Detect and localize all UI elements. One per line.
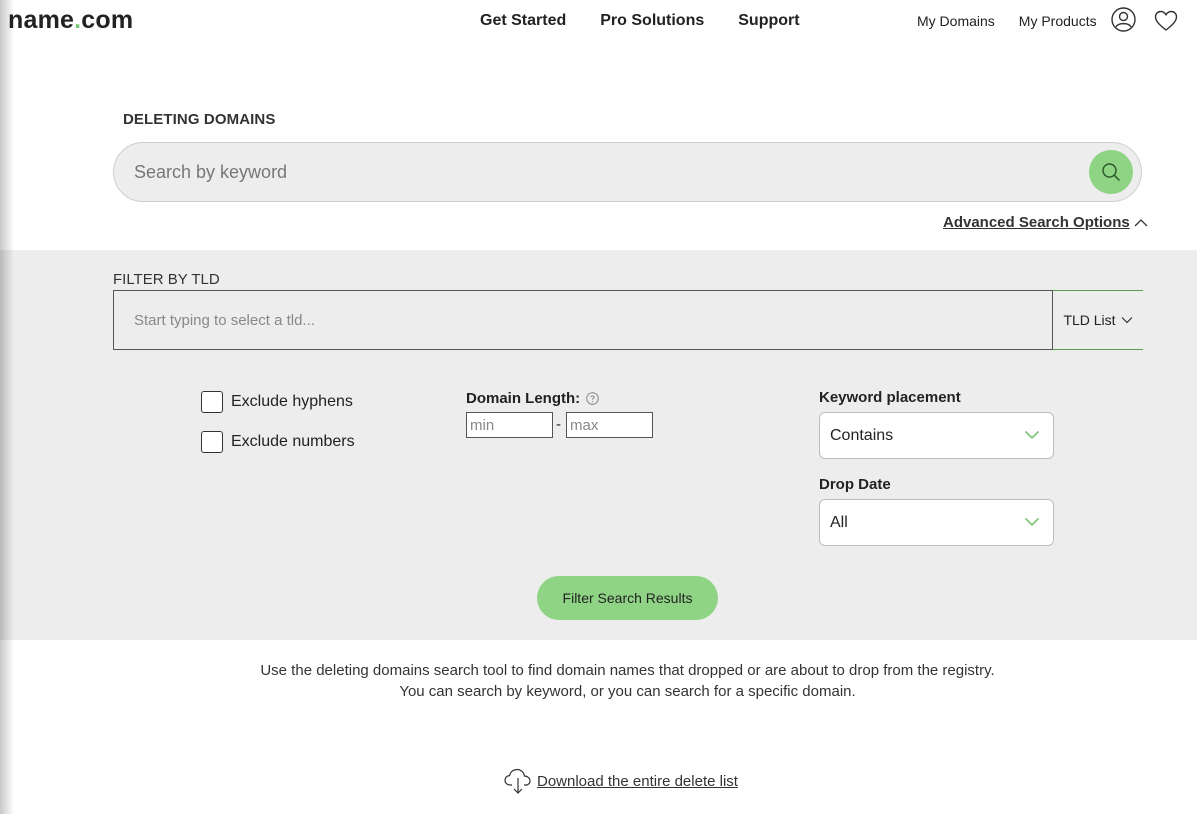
search-button[interactable] (1089, 150, 1133, 194)
chevron-down-icon (1024, 430, 1040, 440)
page-title: DELETING DOMAINS (123, 111, 276, 128)
user-icon[interactable] (1111, 7, 1136, 32)
help-icon[interactable] (586, 392, 599, 405)
download-delete-list-label: Download the entire delete list (537, 772, 738, 790)
logo-name: name (8, 6, 75, 34)
heart-icon[interactable] (1154, 10, 1178, 32)
drop-date-select[interactable]: All (819, 499, 1054, 546)
drop-date-label: Drop Date (819, 476, 891, 493)
chevron-up-icon (1134, 218, 1148, 226)
keyword-placement-label: Keyword placement (819, 389, 961, 406)
main-nav: Get Started Pro Solutions Support (480, 12, 834, 30)
advanced-search-toggle[interactable]: Advanced Search Options (943, 214, 1148, 231)
nav-pro-solutions[interactable]: Pro Solutions (600, 12, 704, 30)
exclude-numbers-option[interactable]: Exclude numbers (201, 431, 355, 453)
description-line-1: Use the deleting domains search tool to … (260, 662, 995, 679)
tld-list-label: TLD List (1063, 312, 1116, 328)
exclude-numbers-label: Exclude numbers (231, 433, 355, 450)
search-icon (1102, 163, 1121, 182)
nav-support[interactable]: Support (738, 12, 799, 30)
domain-length-label: Domain Length: (466, 390, 599, 407)
tld-filter-label: FILTER BY TLD (113, 271, 220, 288)
exclude-numbers-checkbox[interactable] (201, 431, 223, 453)
logo-tld: com (81, 6, 134, 34)
domain-length-text: Domain Length: (466, 390, 581, 407)
exclude-hyphens-label: Exclude hyphens (231, 393, 353, 410)
keyword-placement-select[interactable]: Contains (819, 412, 1054, 459)
keyword-placement-value: Contains (830, 426, 894, 444)
chevron-down-icon (1024, 517, 1040, 527)
advanced-search-label: Advanced Search Options (943, 214, 1130, 231)
length-range-dash: - (556, 416, 561, 433)
account-nav: My Domains My Products (917, 13, 1121, 29)
advanced-filter-panel: FILTER BY TLD TLD List Exclude hyphens E… (0, 250, 1197, 640)
search-input[interactable] (134, 157, 1074, 187)
tld-filter-field: TLD List (113, 290, 1143, 350)
min-length-input[interactable] (466, 412, 553, 438)
download-delete-list-link[interactable]: Download the entire delete list (503, 767, 738, 795)
search-bar (113, 142, 1142, 202)
nav-my-domains[interactable]: My Domains (917, 13, 995, 29)
nav-get-started[interactable]: Get Started (480, 12, 566, 30)
exclude-hyphens-option[interactable]: Exclude hyphens (201, 391, 353, 413)
tool-description: Use the deleting domains search tool to … (0, 660, 1197, 702)
site-header: name.com Get Started Pro Solutions Suppo… (0, 0, 1197, 44)
exclude-hyphens-checkbox[interactable] (201, 391, 223, 413)
nav-my-products[interactable]: My Products (1019, 13, 1097, 29)
description-line-2: You can search by keyword, or you can se… (399, 683, 856, 700)
drop-date-value: All (830, 513, 848, 531)
tld-input[interactable] (134, 306, 1014, 334)
chevron-down-icon (1121, 317, 1132, 324)
max-length-input[interactable] (566, 412, 653, 438)
site-logo[interactable]: name.com (8, 6, 133, 35)
filter-search-results-button[interactable]: Filter Search Results (537, 576, 718, 620)
tld-list-dropdown[interactable]: TLD List (1052, 290, 1143, 350)
cloud-download-icon (504, 768, 531, 794)
